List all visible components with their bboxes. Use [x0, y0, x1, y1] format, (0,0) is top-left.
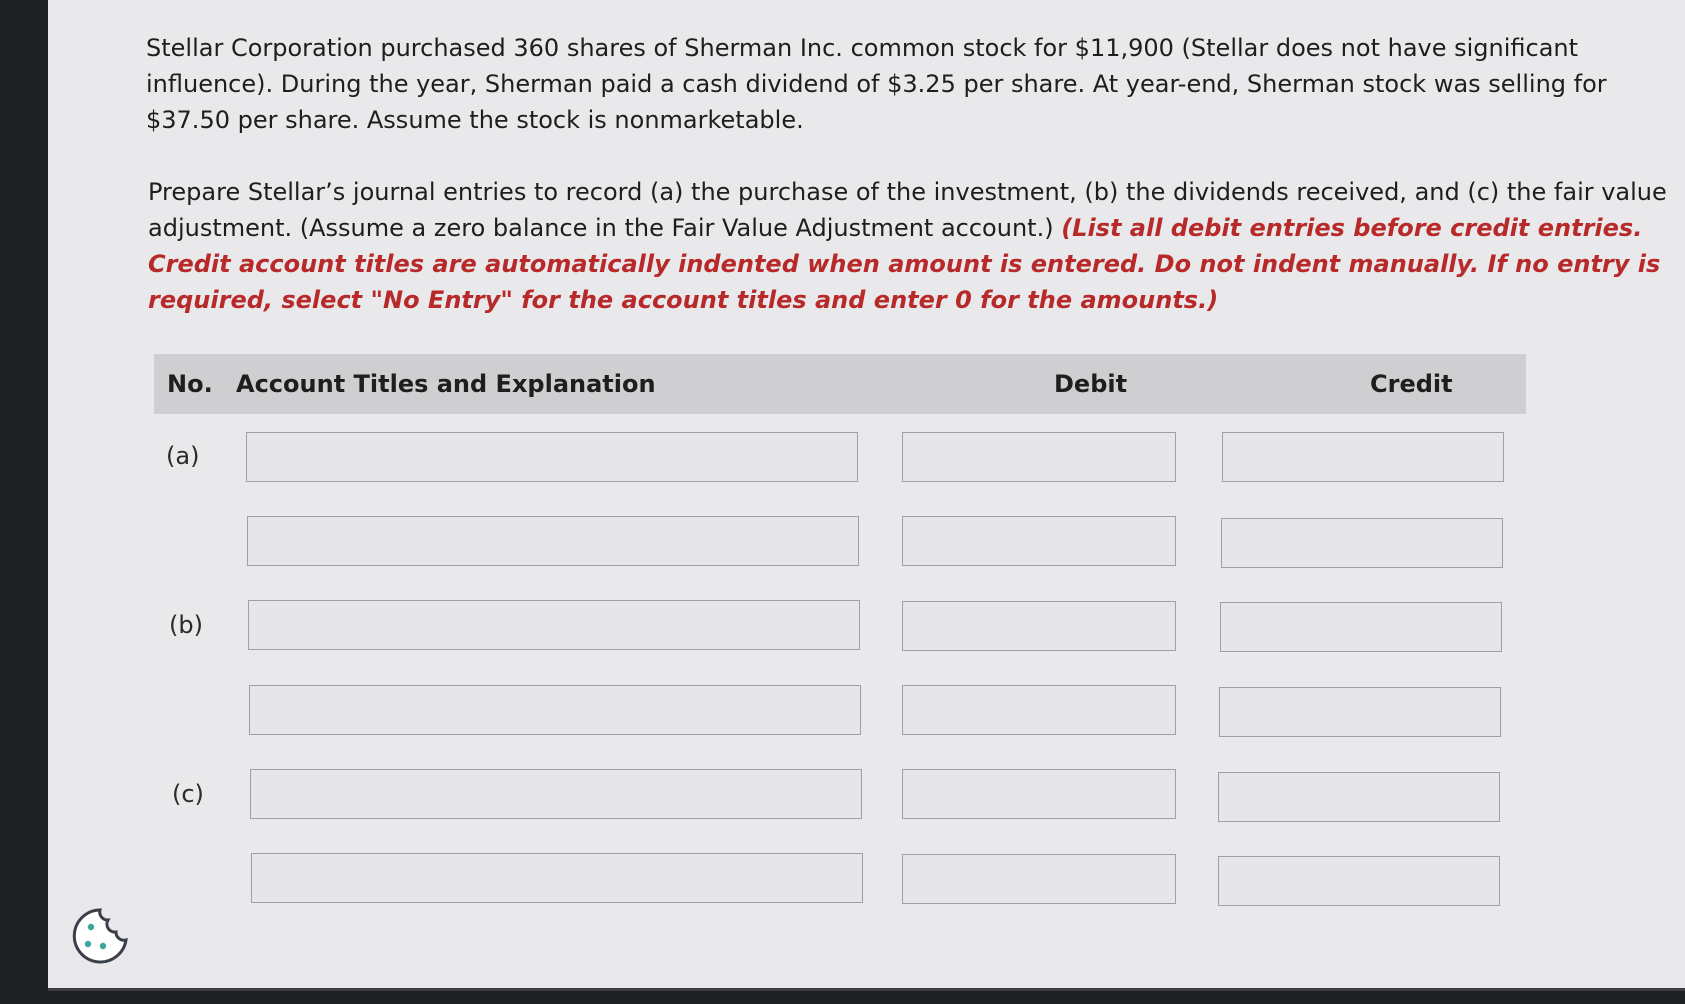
screen: Stellar Corporation purchased 360 shares… — [48, 0, 1685, 991]
credit-input-c1[interactable] — [1218, 772, 1500, 822]
cookie-icon[interactable] — [70, 906, 130, 966]
account-title-input-a1[interactable] — [246, 432, 858, 482]
header-account-titles: Account Titles and Explanation — [236, 370, 656, 398]
debit-input-b2[interactable] — [902, 685, 1176, 735]
account-title-input-b1[interactable] — [248, 600, 860, 650]
account-title-input-b2[interactable] — [249, 685, 861, 735]
entry-label-a: (a) — [166, 442, 200, 470]
header-debit: Debit — [1054, 370, 1128, 398]
header-credit: Credit — [1370, 370, 1453, 398]
credit-input-c2[interactable] — [1218, 856, 1500, 906]
journal-table-header: No. Account Titles and Explanation Debit… — [154, 354, 1526, 414]
credit-input-b2[interactable] — [1219, 687, 1501, 737]
entry-label-c: (c) — [172, 780, 204, 808]
account-title-input-c2[interactable] — [251, 853, 863, 903]
debit-input-c1[interactable] — [902, 769, 1176, 819]
problem-statement: Stellar Corporation purchased 360 shares… — [146, 34, 1607, 134]
account-title-input-c1[interactable] — [250, 769, 862, 819]
credit-input-b1[interactable] — [1220, 602, 1502, 652]
credit-input-a2[interactable] — [1221, 518, 1503, 568]
debit-input-a1[interactable] — [902, 432, 1176, 482]
credit-input-a1[interactable] — [1222, 432, 1504, 482]
entry-label-b: (b) — [169, 611, 203, 639]
instructions: Prepare Stellar’s journal entries to rec… — [148, 174, 1685, 318]
debit-input-c2[interactable] — [902, 854, 1176, 904]
debit-input-a2[interactable] — [902, 516, 1176, 566]
account-title-input-a2[interactable] — [247, 516, 859, 566]
debit-input-b1[interactable] — [902, 601, 1176, 651]
header-no: No. — [167, 370, 213, 398]
